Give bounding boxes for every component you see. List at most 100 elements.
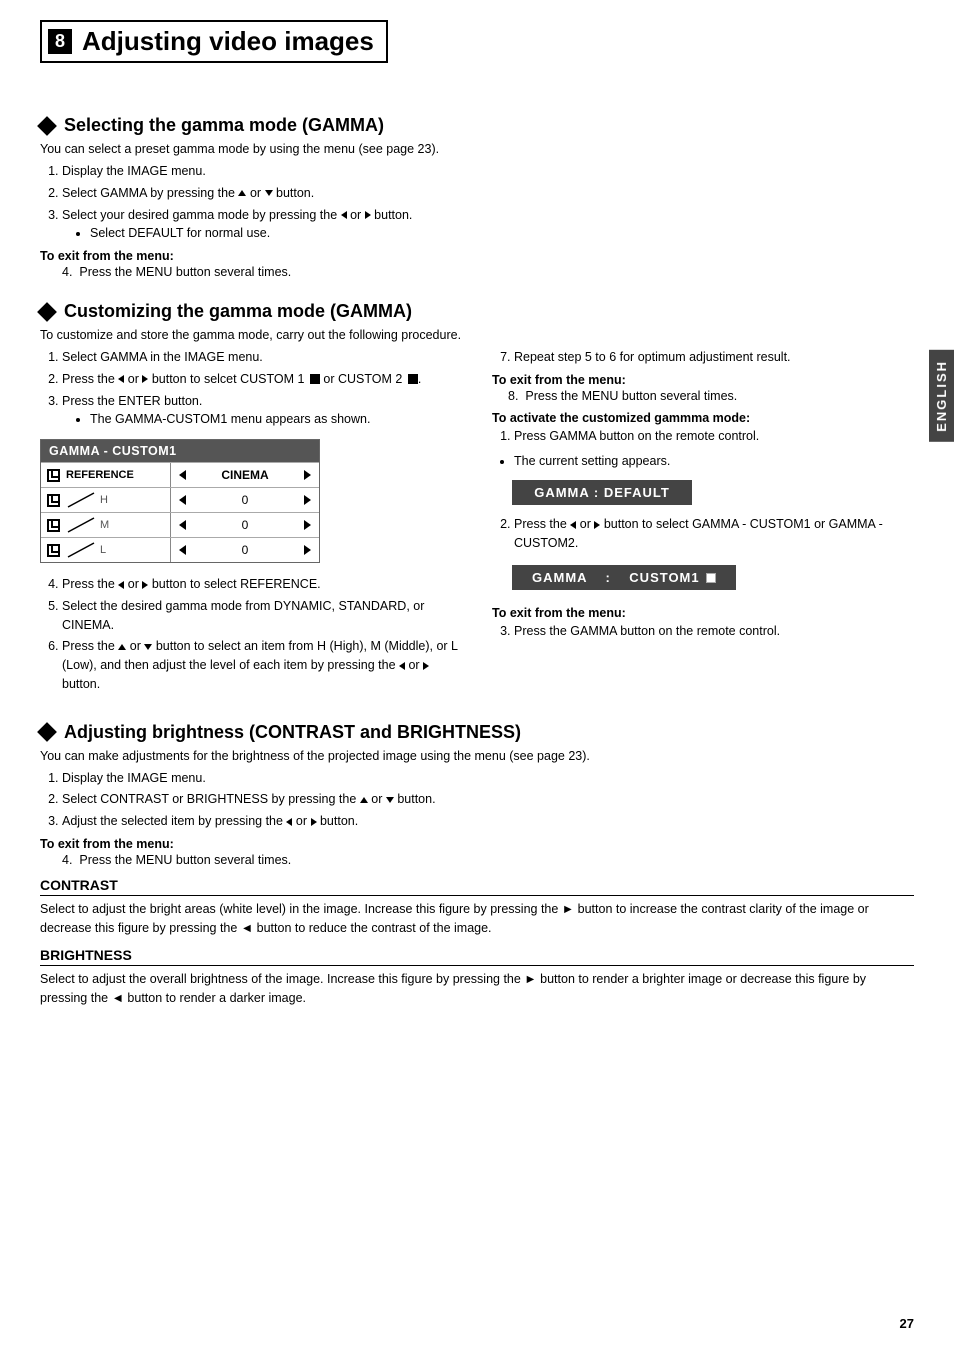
step-6-item-select: Press the or button to select an item fr… — [62, 637, 462, 693]
tri-left-3 — [179, 470, 186, 480]
gamma-custom-right-col: Repeat step 5 to 6 for optimum adjustime… — [492, 348, 914, 700]
section-gamma-select: Selecting the gamma mode (GAMMA) You can… — [40, 115, 914, 279]
diamond-icon — [37, 116, 57, 136]
tri-r-4 — [142, 581, 148, 589]
step-7-repeat: Repeat step 5 to 6 for optimum adjustime… — [514, 348, 914, 367]
corner-icon-l — [47, 544, 60, 557]
gamma-l-graph — [66, 541, 96, 559]
gamma-select-step-1: Display the IMAGE menu. — [62, 162, 914, 181]
gamma-h-cell-right: 0 — [171, 491, 319, 509]
tri-u-6 — [118, 644, 126, 650]
small-square-1 — [310, 374, 320, 384]
tri-left-b3 — [286, 818, 292, 826]
activate-step-1: Press GAMMA button on the remote control… — [514, 427, 914, 446]
gamma-ref-label: REFERENCE — [66, 469, 134, 481]
tri-left-l — [179, 545, 186, 555]
gamma-custom-left-col: Select GAMMA in the IMAGE menu. Press th… — [40, 348, 462, 700]
exit-menu-step-2: 8. Press the MENU button several times. — [508, 389, 914, 403]
tri-l-a2 — [570, 521, 576, 529]
gamma-default-box: GAMMA : DEFAULT — [512, 480, 692, 505]
gamma-h-row: H 0 — [41, 487, 319, 512]
tri-l-6 — [399, 662, 405, 670]
exit-menu-heading-2: To exit from the menu: — [492, 373, 914, 387]
exit-menu-heading-1: To exit from the menu: — [40, 249, 914, 263]
activate-heading: To activate the customized gammma mode: — [492, 411, 914, 425]
tri-right-m — [304, 520, 311, 530]
tri-up-icon — [238, 190, 246, 196]
diamond-icon-2 — [37, 302, 57, 322]
gamma-l-cell-left: L — [41, 538, 171, 562]
tri-left-2 — [118, 375, 124, 383]
brightness-intro: You can make adjustments for the brightn… — [40, 749, 914, 763]
gamma-custom-right-steps: Repeat step 5 to 6 for optimum adjustime… — [514, 348, 914, 367]
gamma-m-cell-right: 0 — [171, 516, 319, 534]
language-tab: ENGLISH — [929, 350, 954, 442]
tri-right-icon — [365, 211, 371, 219]
corner-icon — [47, 469, 60, 482]
brightness-text: Select to adjust the overall brightness … — [40, 970, 914, 1008]
section-heading-gamma-custom: Customizing the gamma mode (GAMMA) — [40, 301, 914, 322]
gamma-select-intro: You can select a preset gamma mode by us… — [40, 142, 914, 156]
exit-menu-step-1: 4. Press the MENU button several times. — [62, 265, 914, 279]
gamma-select-step-3: Select your desired gamma mode by pressi… — [62, 206, 914, 244]
step-2-press-button: Press the or button to selcet CUSTOM 1 o… — [62, 370, 462, 389]
gamma-m-cell-left: M — [41, 513, 171, 537]
section-brightness: Adjusting brightness (CONTRAST and BRIGH… — [40, 722, 914, 1008]
tri-left-m — [179, 520, 186, 530]
tri-down-b2 — [386, 797, 394, 803]
step-1-select-gamma: Select GAMMA in the IMAGE menu. — [62, 348, 462, 367]
gamma-select-step-2: Select GAMMA by pressing the or button. — [62, 184, 914, 203]
contrast-title: CONTRAST — [40, 877, 914, 896]
gamma-cinema-cell: CINEMA — [171, 466, 319, 484]
exit-menu-step-4: 4. Press the MENU button several times. — [62, 853, 914, 867]
activate-step-2-list: Press the or button to select GAMMA - CU… — [514, 515, 914, 553]
gamma-select-step-3a: Select DEFAULT for normal use. — [90, 224, 914, 243]
gamma-h-graph — [66, 491, 96, 509]
gamma-custom-intro: To customize and store the gamma mode, c… — [40, 328, 914, 342]
brightness-step-1: Display the IMAGE menu. — [62, 769, 914, 788]
exit-step-3-list: Press the GAMMA button on the remote con… — [514, 622, 914, 641]
chapter-number: 8 — [48, 29, 72, 54]
gamma-h-letter: H — [100, 494, 108, 506]
custom1-square — [706, 573, 716, 583]
gamma-h-cell-left: H — [41, 488, 171, 512]
corner-icon-m — [47, 519, 60, 532]
exit-menu-heading-3: To exit from the menu: — [492, 606, 914, 620]
gamma-ref-cell: REFERENCE — [41, 463, 171, 487]
gamma-m-letter: M — [100, 519, 109, 531]
tri-up-b2 — [360, 797, 368, 803]
tri-right-h — [304, 495, 311, 505]
exit-menu-heading-4: To exit from the menu: — [40, 837, 914, 851]
gamma-table-header: GAMMA - CUSTOM1 — [41, 440, 319, 462]
brightness-step-3: Adjust the selected item by pressing the… — [62, 812, 914, 831]
tri-left-icon — [341, 211, 347, 219]
exit-step-3: Press the GAMMA button on the remote con… — [514, 622, 914, 641]
step-3a-menu-shown: The GAMMA-CUSTOM1 menu appears as shown. — [90, 410, 462, 429]
tri-right-2 — [142, 375, 148, 383]
gamma-select-steps: Display the IMAGE menu. Select GAMMA by … — [62, 162, 914, 243]
tri-d-6 — [144, 644, 152, 650]
brightness-title: BRIGHTNESS — [40, 947, 914, 966]
tri-r-6 — [423, 662, 429, 670]
gamma-l-cell-right: 0 — [171, 541, 319, 559]
section-heading-brightness: Adjusting brightness (CONTRAST and BRIGH… — [40, 722, 914, 743]
gamma-custom1-box: GAMMA : CUSTOM1 — [512, 565, 736, 590]
tri-l-4 — [118, 581, 124, 589]
tri-r-a2 — [594, 521, 600, 529]
gamma-m-value: 0 — [242, 518, 249, 532]
tri-down-icon — [265, 190, 273, 196]
activate-step-2: Press the or button to select GAMMA - CU… — [514, 515, 914, 553]
activate-steps: Press GAMMA button on the remote control… — [514, 427, 914, 446]
contrast-text: Select to adjust the bright areas (white… — [40, 900, 914, 938]
tri-right-3 — [304, 470, 311, 480]
step-5-gamma-mode: Select the desired gamma mode from DYNAM… — [62, 597, 462, 635]
activate-sub-1: The current setting appears. — [514, 452, 914, 471]
gamma-l-row: L 0 — [41, 537, 319, 562]
tri-left-h — [179, 495, 186, 505]
gamma-l-value: 0 — [242, 543, 249, 557]
page-title: Adjusting video images — [82, 26, 374, 57]
gamma-h-value: 0 — [242, 493, 249, 507]
tri-right-l — [304, 545, 311, 555]
section-heading-gamma-select: Selecting the gamma mode (GAMMA) — [40, 115, 914, 136]
gamma-table-ref-row: REFERENCE CINEMA — [41, 462, 319, 487]
